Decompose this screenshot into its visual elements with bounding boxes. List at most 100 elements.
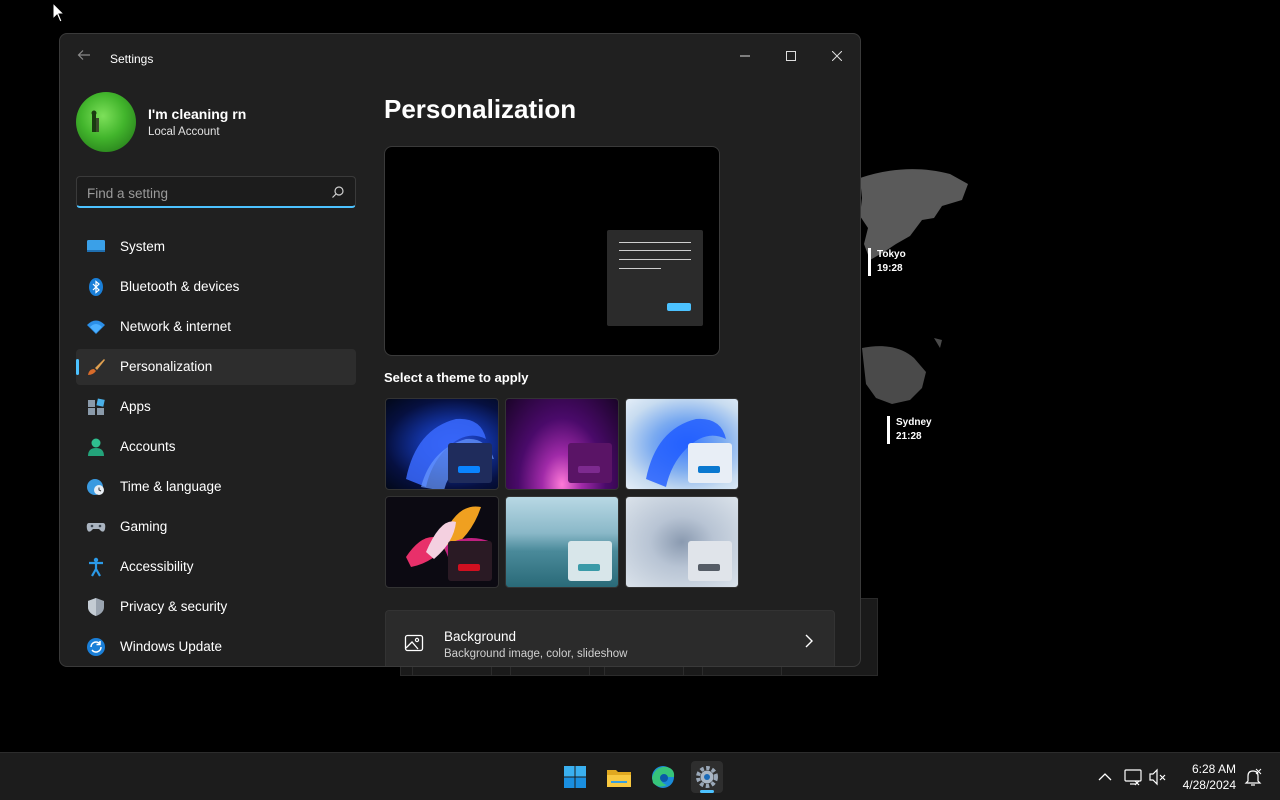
chevron-up-icon[interactable] <box>1095 767 1115 787</box>
preview-line <box>619 250 691 251</box>
sidebar-item-label: Apps <box>120 399 151 414</box>
theme-tile-flow[interactable] <box>625 496 739 588</box>
bluetooth-icon <box>89 278 103 296</box>
sidebar-item-label: Time & language <box>120 479 222 494</box>
gamepad-icon <box>86 523 106 532</box>
theme-chip-button <box>458 564 480 571</box>
sidebar-item-privacy-security[interactable]: Privacy & security <box>76 589 356 625</box>
chevron-right-icon <box>805 634 813 648</box>
theme-chip-button <box>578 466 600 473</box>
volume-muted-icon[interactable] <box>1148 767 1168 787</box>
tokyo-time: 19:28 <box>877 263 903 274</box>
back-arrow-icon <box>77 50 90 60</box>
theme-tile-windows-light[interactable] <box>625 398 739 490</box>
windows-start-icon <box>564 766 586 788</box>
sidebar-item-accessibility[interactable]: Accessibility <box>76 549 356 585</box>
shield-icon <box>88 598 104 616</box>
sidebar-item-label: Network & internet <box>120 319 232 334</box>
theme-chip <box>568 443 612 483</box>
network-icon[interactable] <box>1123 767 1143 787</box>
sidebar-item-label: Bluetooth & devices <box>120 279 240 294</box>
sydney-time: 21:28 <box>896 431 922 442</box>
clock-date: 4/28/2024 <box>1182 778 1236 792</box>
sidebar-item-personalization[interactable]: Personalization <box>76 349 356 385</box>
preview-line <box>619 259 691 260</box>
paintbrush-icon <box>88 359 105 375</box>
search-box[interactable] <box>76 176 356 208</box>
sidebar-item-network[interactable]: Network & internet <box>76 309 356 345</box>
sidebar-item-label: System <box>120 239 166 254</box>
settings-window: Settings I'm cleaning rn Local Account F… <box>59 33 861 667</box>
theme-tile-glow[interactable] <box>505 398 619 490</box>
minimize-button[interactable] <box>722 40 768 72</box>
file-explorer-icon <box>607 770 631 787</box>
sidebar-item-accounts[interactable]: Accounts <box>76 429 356 465</box>
theme-chip <box>448 443 492 483</box>
file-explorer-button[interactable] <box>603 761 635 793</box>
sidebar-item-time-language[interactable]: Time & language <box>76 469 356 505</box>
theme-chip-button <box>578 564 600 571</box>
tokyo-city: Tokyo <box>877 249 906 260</box>
title-bar[interactable]: Settings <box>60 34 860 82</box>
taskbar: 6:28 AM 4/28/2024 <box>0 752 1280 800</box>
accessibility-icon <box>89 557 103 577</box>
sidebar-item-label: Accessibility <box>120 559 194 574</box>
theme-chip <box>448 541 492 581</box>
avatar[interactable] <box>76 92 136 152</box>
sidebar-item-bluetooth[interactable]: Bluetooth & devices <box>76 269 356 305</box>
person-icon <box>88 438 104 456</box>
sidebar-nav: System Bluetooth & devices Network & int… <box>76 229 356 666</box>
close-icon <box>831 50 843 62</box>
app-title: Settings <box>110 52 154 66</box>
edge-button[interactable] <box>647 761 679 793</box>
theme-chip-button <box>698 466 720 473</box>
apps-icon <box>88 398 105 415</box>
sidebar-item-apps[interactable]: Apps <box>76 389 356 425</box>
theme-chip-button <box>698 564 720 571</box>
image-icon <box>404 634 424 652</box>
themes-heading: Select a theme to apply <box>384 370 529 385</box>
sidebar-item-label: Gaming <box>120 519 168 534</box>
sidebar-item-gaming[interactable]: Gaming <box>76 509 356 545</box>
notification-bell-icon[interactable] <box>1243 767 1263 787</box>
theme-tile-windows-dark[interactable] <box>385 398 499 490</box>
maximize-icon <box>786 51 796 61</box>
globe-clock-icon <box>87 479 104 495</box>
avatar-figure-icon <box>91 110 99 132</box>
start-button[interactable] <box>559 761 591 793</box>
search-icon <box>332 186 344 198</box>
clock-time: 6:28 AM <box>1191 762 1236 776</box>
search-input[interactable] <box>87 183 317 203</box>
maximize-button[interactable] <box>768 40 814 72</box>
theme-preview <box>384 146 720 356</box>
sidebar-item-label: Windows Update <box>120 639 223 654</box>
user-name: I'm cleaning rn <box>148 106 247 122</box>
update-icon <box>87 638 105 656</box>
theme-tile-sunrise[interactable] <box>505 496 619 588</box>
system-clock[interactable]: 6:28 AM 4/28/2024 <box>1183 761 1236 793</box>
account-type: Local Account <box>148 126 220 138</box>
theme-chip <box>568 541 612 581</box>
sidebar-item-label: Accounts <box>120 439 176 454</box>
theme-chip <box>688 541 732 581</box>
background-setting-card[interactable]: Background Background image, color, slid… <box>385 610 835 666</box>
theme-tile-captured-motion[interactable] <box>385 496 499 588</box>
mouse-cursor-icon <box>52 2 66 23</box>
theme-chip <box>688 443 732 483</box>
page-title: Personalization <box>384 94 577 124</box>
sydney-city: Sydney <box>896 417 932 428</box>
sidebar-item-windows-update[interactable]: Windows Update <box>76 629 356 665</box>
back-button[interactable] <box>74 48 94 68</box>
close-button[interactable] <box>814 40 860 72</box>
settings-taskbar-button[interactable] <box>691 761 723 793</box>
sidebar-item-label: Personalization <box>120 359 213 374</box>
preview-line <box>619 242 691 243</box>
active-app-indicator <box>700 790 714 793</box>
wifi-icon <box>87 320 105 334</box>
card-subtitle: Background image, color, slideshow <box>444 648 628 660</box>
sydney-clock: Sydney 21:28 <box>887 416 932 444</box>
preview-window <box>607 230 703 326</box>
settings-icon <box>696 766 718 788</box>
edge-icon <box>652 766 675 788</box>
sidebar-item-system[interactable]: System <box>76 229 356 265</box>
